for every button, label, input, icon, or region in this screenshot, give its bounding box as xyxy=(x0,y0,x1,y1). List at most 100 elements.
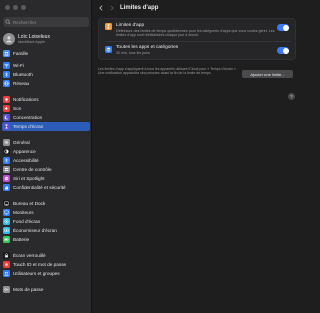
sidebar-item-temps-d-ecran[interactable]: Temps d'écran xyxy=(2,122,90,131)
sidebar-item-famille[interactable]: Famille xyxy=(2,49,90,58)
limits-toggle[interactable] xyxy=(277,24,289,31)
dock-icon xyxy=(3,200,10,207)
sidebar-item-general[interactable]: Général xyxy=(2,138,90,147)
sidebar-item-label: Utilisateurs et groupes xyxy=(13,271,60,276)
display-icon xyxy=(3,209,10,216)
bell-icon xyxy=(3,96,10,103)
search-input[interactable] xyxy=(13,19,83,25)
sidebar-item-utilisateurs-et-groupes[interactable]: Utilisateurs et groupes xyxy=(2,269,90,278)
zoom-window-button[interactable] xyxy=(21,5,26,10)
sidebar-item-label: Bluetooth xyxy=(13,72,33,77)
sidebar-item-label: Économiseur d'écran xyxy=(13,228,57,233)
sidebar-item-ecran-verrouille[interactable]: Écran verrouillé xyxy=(2,251,90,260)
chevron-left-icon xyxy=(99,5,103,11)
sidebar-item-batterie[interactable]: Batterie xyxy=(2,235,90,244)
limits-title: Limites d'app xyxy=(116,23,145,28)
sidebar-item-label: Réseau xyxy=(13,81,30,86)
sidebar-item-moniteurs[interactable]: Moniteurs xyxy=(2,208,90,217)
sidebar-item-label: Mots de passe xyxy=(13,287,44,292)
sidebar-item-bluetooth[interactable]: Bluetooth xyxy=(2,70,90,79)
wallpaper-icon xyxy=(3,218,10,225)
window-controls xyxy=(5,5,26,10)
footer-note: Les limites d'app s'appliquent à tous le… xyxy=(98,67,237,76)
sidebar-item-label: Accessibilité xyxy=(13,158,39,163)
minimize-window-button[interactable] xyxy=(13,5,18,10)
speaker-icon xyxy=(3,105,10,112)
gear-icon xyxy=(3,139,10,146)
sidebar-item-confidentialite-et-securite[interactable]: Confidentialité et sécurité xyxy=(2,183,90,192)
globe-icon xyxy=(3,80,10,87)
all-apps-toggle[interactable] xyxy=(277,47,289,54)
battery-icon xyxy=(3,236,10,243)
search-field[interactable] xyxy=(3,17,89,27)
sidebar-item-label: Wi-Fi xyxy=(13,63,24,68)
siri-icon xyxy=(3,175,10,182)
help-button[interactable]: ? xyxy=(288,93,295,100)
toggle-knob xyxy=(282,24,289,31)
account-name: Loïc Loiseleux xyxy=(18,33,50,40)
sidebar-item-accessibilite[interactable]: Accessibilité xyxy=(2,156,90,165)
sidebar-item-label: Notifications xyxy=(13,97,39,102)
limits-card: Limites d'app Définissez des limites de … xyxy=(98,18,296,60)
sidebar-item-bureau-et-dock[interactable]: Bureau et Dock xyxy=(2,199,90,208)
sidebar-item-label: Temps d'écran xyxy=(13,124,44,129)
chevron-right-icon xyxy=(110,5,114,11)
sidebar-item-label: Siri et Spotlight xyxy=(13,176,45,181)
key-icon xyxy=(3,286,10,293)
sidebar-item-siri-et-spotlight[interactable]: Siri et Spotlight xyxy=(2,174,90,183)
sidebar: Loïc Loiseleux Identifiant Apple Famille… xyxy=(0,0,92,313)
moon-icon xyxy=(3,114,10,121)
wifi-icon xyxy=(3,62,10,69)
back-button[interactable] xyxy=(97,4,105,12)
close-window-button[interactable] xyxy=(5,5,10,10)
hand-icon xyxy=(3,184,10,191)
family-icon xyxy=(3,50,10,57)
all-apps-title: Toutes les apps et catégories xyxy=(116,45,179,50)
avatar xyxy=(3,33,15,45)
sidebar-item-label: Fond d'écran xyxy=(13,219,41,224)
sidebar-item-notifications[interactable]: Notifications xyxy=(2,95,90,104)
sidebar-item-mots-de-passe[interactable]: Mots de passe xyxy=(2,285,90,294)
sidebar-item-label: Famille xyxy=(13,51,29,56)
fingerprint-icon xyxy=(3,261,10,268)
sidebar-item-reseau[interactable]: Réseau xyxy=(2,79,90,88)
limits-description: Définissez des limites de temps quotidie… xyxy=(116,29,275,38)
toolbar: Limites d'app xyxy=(92,0,300,16)
control-center-icon xyxy=(3,166,10,173)
sidebar-item-label: Général xyxy=(13,140,30,145)
bluetooth-icon xyxy=(3,71,10,78)
sidebar-item-label: Apparence xyxy=(13,149,36,154)
sidebar-item-label: Confidentialité et sécurité xyxy=(13,185,66,190)
page-title: Limites d'app xyxy=(120,5,159,11)
divider xyxy=(105,41,291,42)
sidebar-item-apparence[interactable]: Apparence xyxy=(2,147,90,156)
screensaver-icon xyxy=(3,227,10,234)
sidebar-item-touch-id-et-mot-de-passe[interactable]: Touch ID et mot de passe xyxy=(2,260,90,269)
apple-account[interactable]: Loïc Loiseleux Identifiant Apple xyxy=(3,30,89,48)
add-limit-button[interactable]: Ajouter une limite... xyxy=(242,70,293,78)
sidebar-item-economiseur-d-ecran[interactable]: Économiseur d'écran xyxy=(2,226,90,235)
forward-button[interactable] xyxy=(108,4,116,12)
sidebar-item-label: Moniteurs xyxy=(13,210,34,215)
sidebar-item-son[interactable]: Son xyxy=(2,104,90,113)
sidebar-item-wi-fi[interactable]: Wi-Fi xyxy=(2,61,90,70)
sidebar-item-centre-de-controle[interactable]: Centre de contrôle xyxy=(2,165,90,174)
main-pane: Limites d'app Limites d'app Définissez d… xyxy=(92,0,300,313)
hourglass-icon xyxy=(105,23,112,30)
sidebar-item-label: Son xyxy=(13,106,22,111)
sidebar-item-label: Écran verrouillé xyxy=(13,253,46,258)
hourglass-icon xyxy=(3,123,10,130)
users-icon xyxy=(3,270,10,277)
sidebar-item-label: Centre de contrôle xyxy=(13,167,52,172)
search-icon xyxy=(3,17,13,27)
sidebar-item-label: Concentration xyxy=(13,115,43,120)
sidebar-item-concentration[interactable]: Concentration xyxy=(2,113,90,122)
accessibility-icon xyxy=(3,157,10,164)
sidebar-item-fond-d-ecran[interactable]: Fond d'écran xyxy=(2,217,90,226)
sidebar-item-label: Bureau et Dock xyxy=(13,201,46,206)
app-category-icon xyxy=(105,46,112,53)
account-subtitle: Identifiant Apple xyxy=(18,39,46,44)
appearance-icon xyxy=(3,148,10,155)
lock-icon xyxy=(3,252,10,259)
all-apps-subtitle: 30 min, tous les jours xyxy=(116,51,150,55)
